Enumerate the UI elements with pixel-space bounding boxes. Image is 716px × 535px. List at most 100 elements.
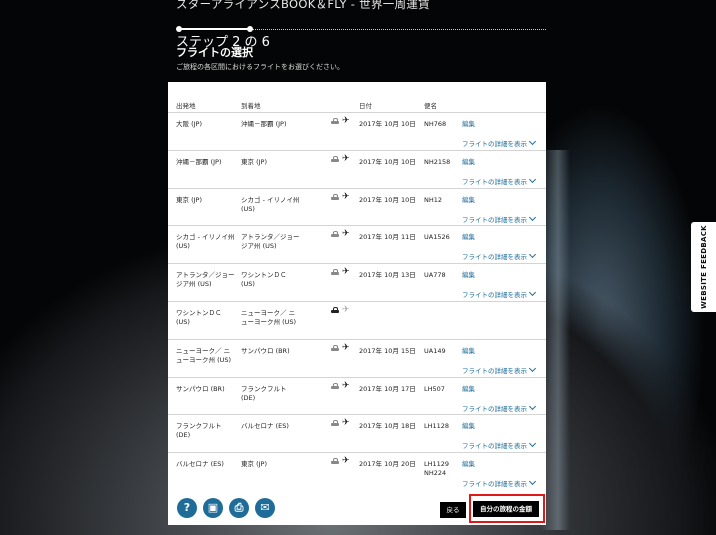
- row-destination: 東京 (JP): [241, 460, 267, 469]
- save-icon[interactable]: ▣: [203, 498, 223, 518]
- print-icon[interactable]: ⎙: [229, 498, 249, 518]
- surface-transport-icon[interactable]: [331, 231, 339, 238]
- row-flight-number: UA1526: [424, 233, 450, 242]
- flight-details-label: フライトの詳細を表示: [462, 253, 527, 262]
- feedback-label: WEBSITE FEEDBACK: [699, 225, 708, 309]
- step-heading: フライトの選択: [176, 46, 253, 59]
- surface-transport-icon[interactable]: [331, 420, 339, 427]
- flight-details-link[interactable]: フライトの詳細を表示: [462, 440, 537, 451]
- surface-transport-icon[interactable]: [331, 458, 339, 465]
- row-flight-number: NH2158: [424, 157, 451, 166]
- flight-details-label: フライトの詳細を表示: [462, 442, 527, 451]
- flight-row: 沖縄－那覇 (JP) 東京 (JP) ✈ 2017年 10月 10日 NH2158 編集フ…: [168, 149, 546, 188]
- chevron-down-icon: [528, 213, 537, 221]
- edit-link[interactable]: 編集: [462, 460, 475, 469]
- row-date: 2017年 10月 10日: [359, 195, 416, 204]
- flight-icon[interactable]: ✈: [342, 192, 350, 202]
- row-destination: フランクフルト (DE): [241, 384, 287, 402]
- flight-details-link[interactable]: フライトの詳細を表示: [462, 213, 537, 224]
- flight-details-link[interactable]: フライトの詳細を表示: [462, 251, 537, 262]
- chevron-down-icon: [528, 478, 537, 486]
- flight-icon[interactable]: ✈: [342, 343, 350, 353]
- flight-icon[interactable]: ✈: [342, 457, 350, 466]
- row-origin: バルセロナ (ES): [176, 460, 224, 469]
- flight-row: シカゴ - イリノイ州 (US) アトランタ／ジョージア州 (US) ✈ 2017年 …: [168, 225, 546, 263]
- surface-transport-icon[interactable]: [331, 344, 339, 352]
- surface-transport-icon[interactable]: [331, 118, 339, 125]
- flight-icon[interactable]: ✈: [342, 381, 350, 391]
- chevron-down-icon: [528, 364, 537, 372]
- chevron-down-icon: [528, 402, 537, 410]
- row-date: 2017年 10月 18日: [359, 422, 416, 431]
- edit-link[interactable]: 編集: [462, 120, 475, 129]
- flight-row: アトランタ／ジョージア州 (US) ワシントンＤＣ (US) ✈ 2017年 10月 …: [168, 263, 546, 301]
- edit-link[interactable]: 編集: [462, 158, 475, 167]
- row-destination: アトランタ／ジョージア州 (US): [241, 233, 300, 251]
- flight-details-link[interactable]: フライトの詳細を表示: [462, 364, 537, 375]
- help-icon[interactable]: ?: [177, 498, 197, 518]
- flight-details-link[interactable]: フライトの詳細を表示: [462, 289, 537, 300]
- header-to: 到着地: [241, 102, 261, 110]
- edit-link[interactable]: 編集: [462, 196, 475, 205]
- surface-transport-icon[interactable]: [331, 193, 339, 201]
- flight-details-label: フライトの詳細を表示: [462, 404, 527, 413]
- website-feedback-tab[interactable]: WEBSITE FEEDBACK: [691, 222, 716, 312]
- edit-link[interactable]: 編集: [462, 422, 475, 431]
- table-header: 出発地 到着地 日付 便名: [168, 96, 546, 112]
- flight-details-label: フライトの詳細を表示: [462, 140, 527, 148]
- flight-icon[interactable]: ✈: [342, 268, 350, 277]
- surface-transport-icon[interactable]: [331, 382, 339, 390]
- edit-link[interactable]: 編集: [462, 233, 475, 242]
- flight-details-label: フライトの詳細を表示: [462, 291, 527, 300]
- row-origin: ワシントンＤＣ (US): [176, 308, 222, 326]
- itinerary-price-button[interactable]: 自分の旅程の金額: [473, 501, 539, 517]
- surface-transport-icon[interactable]: [331, 269, 339, 276]
- flight-icon[interactable]: ✈: [342, 117, 350, 126]
- back-button[interactable]: 戻る: [440, 502, 466, 518]
- row-destination: 東京 (JP): [241, 157, 267, 166]
- row-date: 2017年 10月 17日: [359, 384, 416, 393]
- row-date: 2017年 10月 11日: [359, 233, 416, 242]
- email-icon[interactable]: ✉: [255, 498, 275, 518]
- row-date: 2017年 10月 10日: [359, 157, 416, 166]
- row-destination: サンパウロ (BR): [241, 346, 290, 355]
- row-origin: シカゴ - イリノイ州 (US): [176, 233, 235, 251]
- page-title: スターアライアンスBOOK＆FLY - 世界一周運賃: [176, 0, 430, 11]
- row-date: 2017年 10月 10日: [359, 120, 416, 128]
- flight-selection-panel: 出発地 到着地 日付 便名 大阪 (JP) 沖縄－那覇 (JP) ✈ 2017年 10…: [168, 82, 546, 525]
- flight-details-link[interactable]: フライトの詳細を表示: [462, 402, 537, 413]
- flight-details-label: フライトの詳細を表示: [462, 177, 527, 186]
- chevron-down-icon: [528, 251, 537, 259]
- row-origin: 大阪 (JP): [176, 120, 202, 128]
- chevron-down-icon: [528, 137, 537, 146]
- flight-icon[interactable]: ✈: [342, 230, 350, 239]
- row-destination: ワシントンＤＣ (US): [241, 271, 287, 289]
- edit-link[interactable]: 編集: [462, 385, 475, 394]
- row-flight-number: UA778: [424, 271, 446, 280]
- row-flight-number: LH1129 NH224: [424, 460, 450, 478]
- surface-transport-icon[interactable]: [331, 306, 339, 314]
- flight-row: フランクフルト (DE) バルセロナ (ES) ✈ 2017年 10月 18日 LH11…: [168, 414, 546, 452]
- row-date: 2017年 10月 20日: [359, 460, 416, 469]
- surface-transport-icon[interactable]: [331, 155, 339, 163]
- flight-icon[interactable]: ✈: [342, 419, 350, 428]
- row-date: 2017年 10月 15日: [359, 346, 416, 355]
- row-origin: フランクフルト (DE): [176, 422, 222, 440]
- edit-link[interactable]: 編集: [462, 271, 475, 280]
- flight-details-link[interactable]: フライトの詳細を表示: [462, 478, 537, 488]
- row-date: 2017年 10月 13日: [359, 271, 416, 280]
- edit-link[interactable]: 編集: [462, 347, 475, 356]
- flight-icon[interactable]: ✈: [342, 154, 350, 164]
- chevron-down-icon: [528, 175, 537, 183]
- flight-icon[interactable]: ✈: [342, 305, 350, 315]
- flight-row: サンパウロ (BR) フランクフルト (DE) ✈ 2017年 10月 17日 LH50…: [168, 376, 546, 415]
- row-origin: 東京 (JP): [176, 195, 202, 204]
- flight-details-link[interactable]: フライトの詳細を表示: [462, 175, 537, 186]
- chevron-down-icon: [528, 440, 537, 448]
- row-origin: サンパウロ (BR): [176, 384, 225, 393]
- flight-row: 東京 (JP) シカゴ - イリノイ州 (US) ✈ 2017年 10月 10日 NH1…: [168, 187, 546, 226]
- header-date: 日付: [359, 102, 372, 110]
- row-flight-number: NH12: [424, 195, 443, 204]
- flight-details-link[interactable]: フライトの詳細を表示: [462, 137, 537, 148]
- flight-rows: 大阪 (JP) 沖縄－那覇 (JP) ✈ 2017年 10月 10日 NH768 編集 フラ…: [168, 112, 546, 490]
